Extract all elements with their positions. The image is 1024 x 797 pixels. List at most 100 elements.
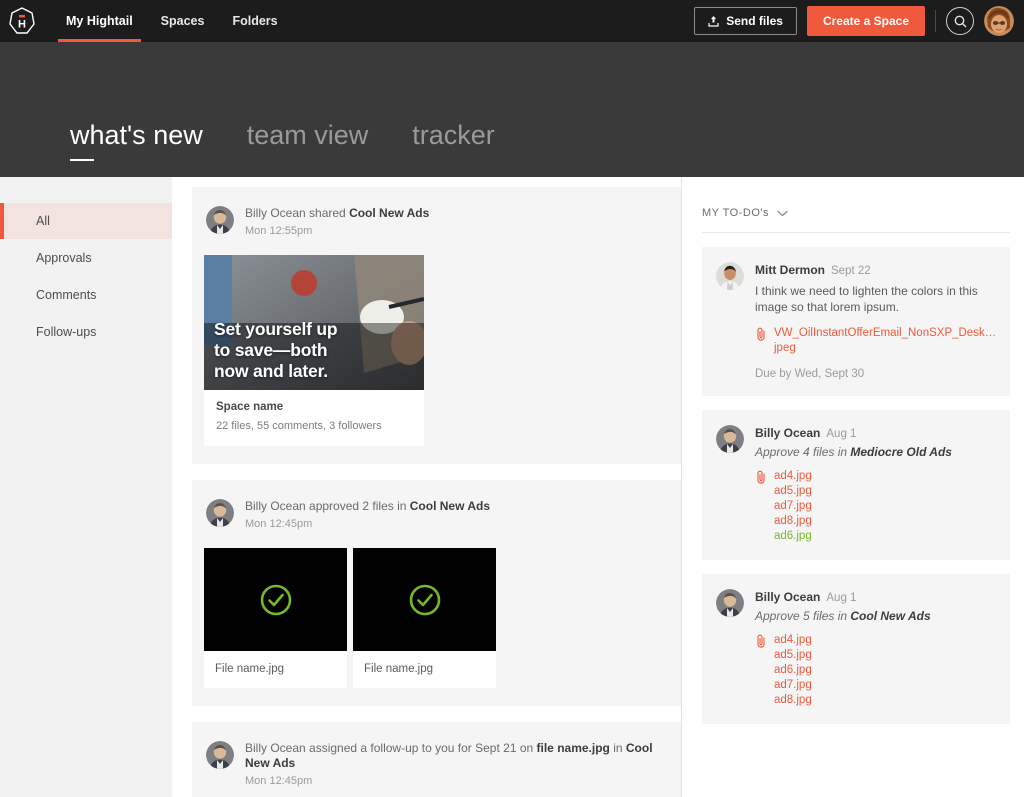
todo-author: Billy Ocean (755, 426, 821, 440)
feed-card-action: Billy Ocean approved 2 files in Cool New… (245, 499, 490, 514)
sidebar-item-approvals[interactable]: Approvals (0, 240, 172, 276)
avatar-image (716, 589, 744, 617)
sidebar-item-comments[interactable]: Comments (0, 277, 172, 313)
filter-sidebar: All Approvals Comments Follow-ups (0, 177, 172, 797)
todo-due-date: Due by Wed, Sept 30 (755, 368, 865, 380)
todo-file-name[interactable]: ad4.jpg (774, 469, 812, 484)
nav-link-spaces[interactable]: Spaces (147, 0, 219, 42)
send-files-label: Send files (726, 14, 783, 28)
nav-link-label: Spaces (160, 14, 205, 28)
todo-file-name[interactable]: ad5.jpg (774, 484, 996, 499)
feed-card-header: Billy Ocean shared Cool New Ads Mon 12:5… (192, 205, 681, 237)
nav-actions: Send files Create a Space (694, 0, 1014, 42)
nav-link-my-hightail[interactable]: My Hightail (52, 0, 147, 42)
todo-task-target[interactable]: Mediocre Old Ads (850, 445, 952, 459)
create-space-button[interactable]: Create a Space (806, 6, 925, 36)
space-preview-tile[interactable]: Set yourself up to save—both now and lat… (204, 255, 424, 446)
approved-check-icon (260, 584, 291, 615)
todo-file-row-first[interactable]: ad4.jpg (755, 469, 996, 484)
tab-team-view[interactable]: team view (247, 120, 369, 155)
avatar (206, 206, 234, 234)
action-target[interactable]: Cool New Ads (410, 499, 490, 513)
todo-item-approval[interactable]: Billy Ocean Aug 1 Approve 4 files in Medi… (702, 410, 1011, 560)
action-prefix: Billy Ocean shared (245, 206, 350, 220)
view-tabs: what's new team view tracker (0, 120, 495, 177)
todo-author-line: Billy Ocean Aug 1 (755, 424, 996, 442)
sidebar-item-label: Follow-ups (36, 325, 97, 339)
sidebar-item-all[interactable]: All (0, 203, 172, 239)
nav-link-label: My Hightail (66, 14, 133, 28)
action-prefix: Billy Ocean assigned a follow-up to you … (245, 741, 537, 755)
nav-separator (935, 10, 936, 32)
svg-text:H: H (18, 19, 26, 31)
space-tile-caption: Space name 22 files, 55 comments, 3 foll… (204, 390, 424, 446)
avatar (716, 589, 744, 617)
send-files-button[interactable]: Send files (694, 7, 797, 35)
todo-file-name-approved[interactable]: ad6.jpg (774, 529, 996, 544)
action-target[interactable]: Cool New Ads (349, 206, 429, 220)
hightail-logo-icon[interactable]: H (8, 6, 36, 36)
todo-panel-header[interactable]: MY TO-DO's (702, 207, 1011, 233)
avatar (206, 741, 234, 769)
avatar (206, 499, 234, 527)
todo-author-line: Mitt Dermon Sept 22 (755, 261, 996, 279)
overlay-line-1: Set yourself up (214, 319, 338, 339)
todo-file-name[interactable]: ad7.jpg (774, 678, 996, 693)
approved-check-icon (409, 584, 440, 615)
todo-file-row-first[interactable]: ad4.jpg (755, 633, 996, 648)
todo-file-name[interactable]: ad6.jpg (774, 663, 996, 678)
todo-attachment-row[interactable]: VW_OilInstantOfferEmail_NonSXP_Desk…jpeg (755, 326, 996, 356)
avatar (716, 262, 744, 290)
main-content-area: All Approvals Comments Follow-ups Billy … (0, 177, 1024, 797)
approved-file-thumbnails: File name.jpg File name.jpg (204, 548, 681, 688)
todo-file-name[interactable]: ad8.jpg (774, 693, 996, 708)
avatar-image (716, 425, 744, 453)
todo-task-target[interactable]: Cool New Ads (850, 609, 930, 623)
file-thumbnail[interactable]: File name.jpg (204, 548, 347, 688)
todo-message: I think we need to lighten the colors in… (755, 284, 978, 314)
nav-link-folders[interactable]: Folders (218, 0, 291, 42)
upload-icon (708, 16, 719, 27)
file-thumbnail-image (353, 548, 496, 651)
todo-content: Mitt Dermon Sept 22 I think we need to li… (755, 261, 996, 380)
nav-link-label: Folders (232, 14, 278, 28)
feed-card-shared[interactable]: Billy Ocean shared Cool New Ads Mon 12:5… (192, 187, 681, 464)
todo-author: Billy Ocean (755, 590, 821, 604)
tab-whats-new[interactable]: what's new (70, 120, 203, 161)
search-button[interactable] (946, 7, 974, 35)
todo-item-approval[interactable]: Billy Ocean Aug 1 Approve 5 files in Cool… (702, 574, 1011, 724)
feed-card-followup[interactable]: Billy Ocean assigned a follow-up to you … (192, 722, 681, 797)
tab-tracker[interactable]: tracker (412, 120, 495, 155)
todo-date: Aug 1 (826, 428, 857, 440)
todo-file-list: ad4.jpg ad5.jpg ad7.jpg ad8.jpg ad6.jpg (755, 469, 996, 544)
feed-card-text: Billy Ocean approved 2 files in Cool New… (245, 498, 490, 530)
top-navigation-bar: H My Hightail Spaces Folders Send files … (0, 0, 1024, 42)
file-thumbnail[interactable]: File name.jpg (353, 548, 496, 688)
action-file[interactable]: file name.jpg (537, 741, 610, 755)
todo-file-name[interactable]: ad7.jpg (774, 499, 996, 514)
user-avatar[interactable] (984, 6, 1014, 36)
avatar (716, 425, 744, 453)
todo-attachment-name[interactable]: VW_OilInstantOfferEmail_NonSXP_Desk…jpeg (774, 326, 996, 356)
preview-overlay-text: Set yourself up to save—both now and lat… (214, 319, 418, 382)
activity-feed: Billy Ocean shared Cool New Ads Mon 12:5… (172, 177, 681, 797)
hero-tab-bar: what's new team view tracker (0, 42, 1024, 177)
file-thumbnail-image (204, 548, 347, 651)
todo-file-list: ad4.jpg ad5.jpg ad6.jpg ad7.jpg ad8.jpg (755, 633, 996, 708)
feed-card-approved[interactable]: Billy Ocean approved 2 files in Cool New… (192, 480, 681, 706)
todo-item-comment[interactable]: Mitt Dermon Sept 22 I think we need to li… (702, 247, 1011, 396)
todo-task: Approve 4 files in Mediocre Old Ads (755, 445, 996, 459)
todo-author-line: Billy Ocean Aug 1 (755, 588, 996, 606)
avatar-image (206, 741, 234, 769)
todo-file-name[interactable]: ad4.jpg (774, 633, 812, 648)
todo-file-name[interactable]: ad8.jpg (774, 514, 996, 529)
avatar-image (206, 206, 234, 234)
feed-card-action: Billy Ocean shared Cool New Ads (245, 206, 429, 221)
search-icon (954, 15, 966, 27)
todo-panel: MY TO-DO's Mitt Dermon Sept 22 I think w… (682, 177, 1024, 797)
todo-author: Mitt Dermon (755, 263, 825, 277)
feed-card-timestamp: Mon 12:45pm (245, 775, 313, 787)
todo-file-name[interactable]: ad5.jpg (774, 648, 996, 663)
feed-card-timestamp: Mon 12:55pm (245, 225, 313, 237)
sidebar-item-follow-ups[interactable]: Follow-ups (0, 314, 172, 350)
